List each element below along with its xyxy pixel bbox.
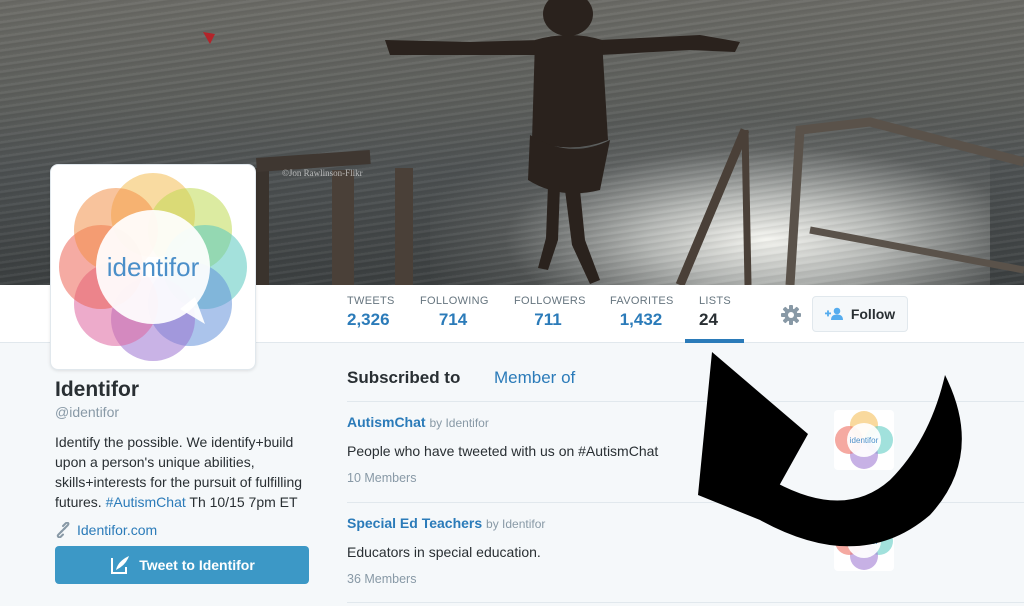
jumping-boy — [385, 0, 740, 284]
list-owner: by Identifor — [486, 517, 546, 531]
list-members[interactable]: 36 Members — [347, 572, 907, 586]
identifor-logo: identifor — [59, 173, 247, 361]
list-avatar-text: identifor — [850, 537, 879, 546]
website-row: Identifor.com — [55, 522, 320, 538]
stat-value: 2,326 — [347, 310, 390, 329]
stat-tweets[interactable]: TWEETS 2,326 — [347, 295, 395, 343]
add-user-icon — [824, 307, 843, 320]
stat-label: FAVORITES — [610, 295, 674, 307]
metal-railing — [809, 226, 1024, 274]
compose-icon — [111, 556, 130, 574]
list-name[interactable]: Special Ed Teachers — [347, 515, 482, 531]
list-avatar-text: identifor — [850, 436, 879, 445]
list-members[interactable]: 10 Members — [347, 471, 907, 485]
stat-value: 711 — [534, 310, 562, 329]
gear-icon[interactable] — [778, 302, 804, 328]
profile-name[interactable]: Identifor — [55, 378, 320, 402]
list-name[interactable]: AutismChat — [347, 414, 426, 430]
list-avatar[interactable]: identifor — [834, 511, 894, 571]
ladder-rail — [741, 129, 752, 285]
profile-handle[interactable]: @identifor — [55, 404, 320, 420]
stat-lists[interactable]: LISTS 24 — [685, 295, 744, 343]
tab-subscribed-to[interactable]: Subscribed to — [347, 368, 460, 388]
stat-followers[interactable]: FOLLOWERS 711 — [514, 295, 586, 343]
avatar-text: identifor — [107, 252, 200, 282]
list-item[interactable]: Special Ed Teachers by Identifor Educato… — [347, 515, 907, 586]
dock-post — [395, 168, 413, 285]
list-description: Educators in special education. — [347, 544, 541, 560]
lists-tabs: Subscribed to Member of — [347, 364, 1024, 394]
bio-suffix: Th 10/15 7pm ET — [185, 494, 298, 510]
follow-label: Follow — [850, 306, 896, 322]
list-avatar[interactable]: identifor — [834, 410, 894, 470]
divider — [347, 602, 1024, 603]
list-owner: by Identifor — [429, 416, 489, 430]
stat-label: LISTS — [699, 295, 732, 307]
stat-value: 24 — [699, 310, 718, 329]
dock-post — [255, 168, 269, 285]
list-description: People who have tweeted with us on #Auti… — [347, 443, 659, 459]
stat-value: 1,432 — [619, 310, 663, 329]
link-icon — [56, 522, 70, 538]
stat-value: 714 — [438, 310, 468, 329]
photo-credit: ©Jon Rawlinson-Flikr — [282, 168, 363, 178]
list-item[interactable]: AutismChat by Identifor People who have … — [347, 414, 907, 485]
stat-label: TWEETS — [347, 295, 395, 307]
stat-following[interactable]: FOLLOWING 714 — [420, 295, 489, 343]
follow-button[interactable]: Follow — [812, 296, 908, 332]
website-link[interactable]: Identifor.com — [77, 522, 157, 538]
stat-label: FOLLOWING — [420, 295, 489, 307]
tab-member-of[interactable]: Member of — [494, 368, 575, 388]
divider — [347, 401, 1024, 402]
profile-card: Identifor @identifor Identify the possib… — [55, 378, 320, 538]
stat-favorites[interactable]: FAVORITES 1,432 — [610, 295, 674, 343]
ladder-rail — [675, 128, 750, 285]
profile-bio: Identify the possible. We identify+build… — [55, 432, 320, 512]
dock-post — [332, 170, 354, 285]
profile-avatar[interactable]: identifor — [50, 164, 256, 370]
tweet-button-label: Tweet to Identifor — [139, 557, 255, 573]
tweet-to-button[interactable]: Tweet to Identifor — [55, 546, 309, 584]
bio-hashtag-link[interactable]: #AutismChat — [106, 494, 186, 510]
stat-label: FOLLOWERS — [514, 295, 586, 307]
divider — [347, 502, 1024, 503]
buoy-shape — [203, 32, 215, 44]
